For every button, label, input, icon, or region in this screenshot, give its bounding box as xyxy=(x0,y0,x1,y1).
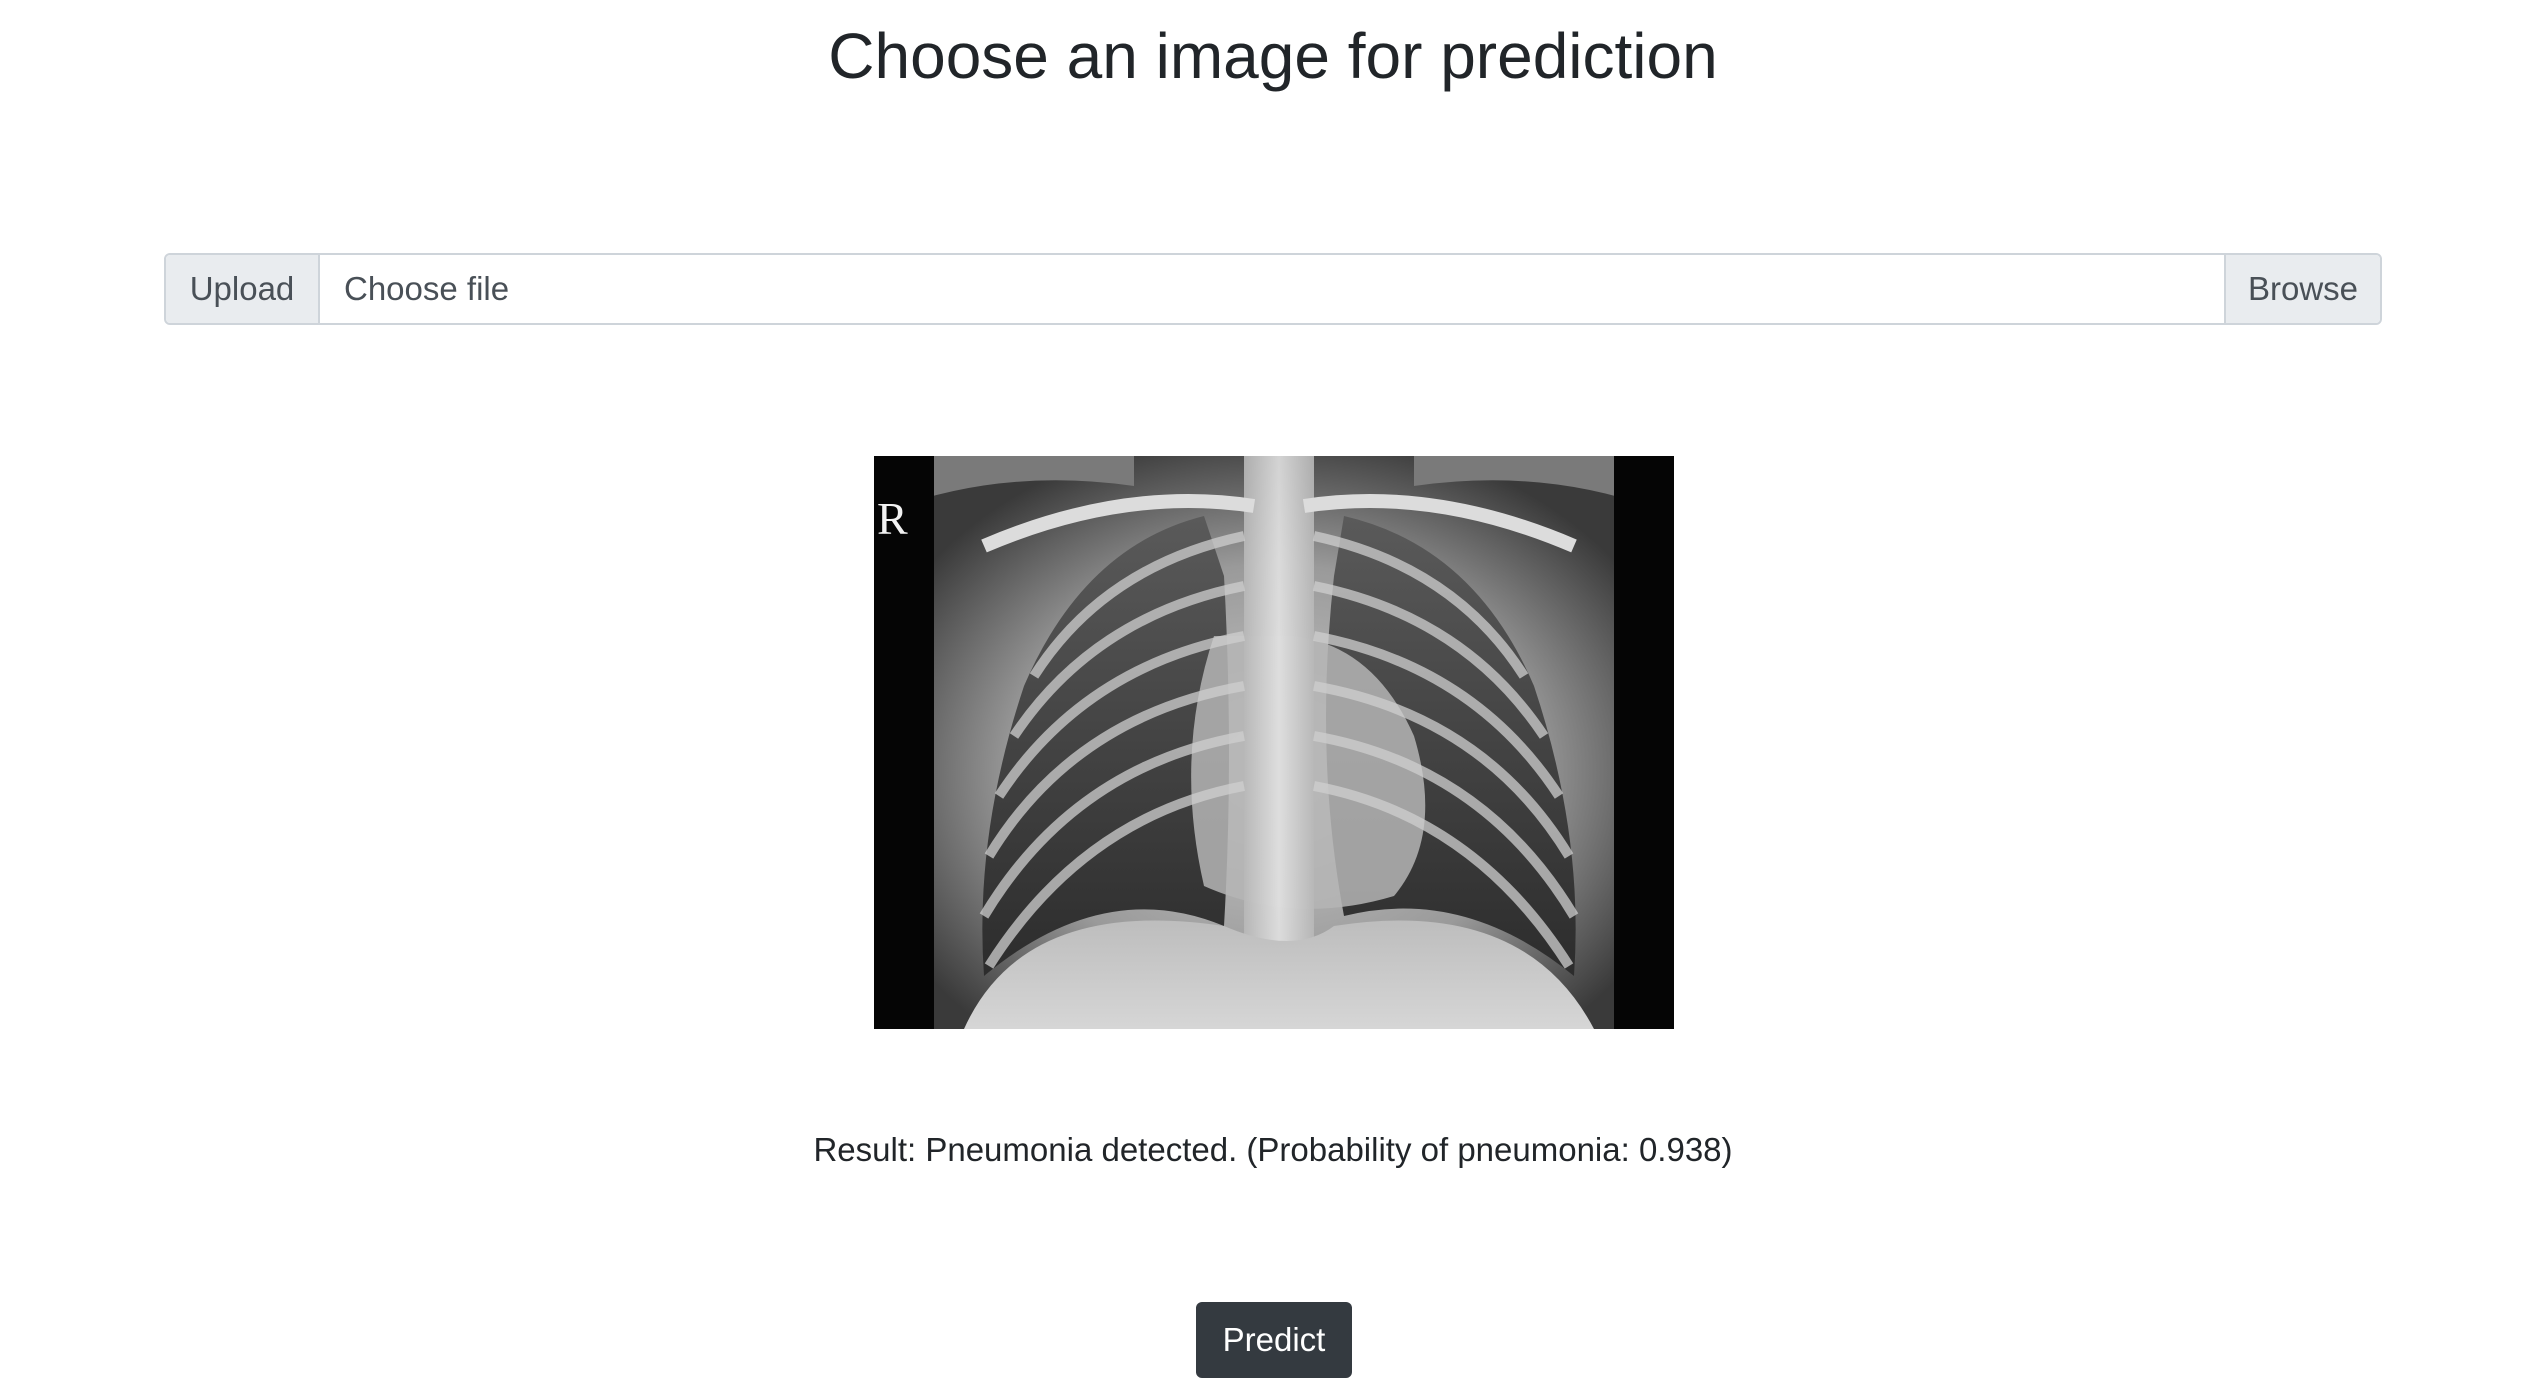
prediction-result: Result: Pneumonia detected. (Probability… xyxy=(813,1131,1733,1168)
file-input[interactable]: Choose file xyxy=(320,255,2224,323)
page-title: Choose an image for prediction xyxy=(828,20,1718,92)
browse-button[interactable]: Browse xyxy=(2224,255,2380,323)
chest-xray-image: R xyxy=(874,456,1674,1029)
xray-marker-label: R xyxy=(877,493,908,544)
predict-button[interactable]: Predict xyxy=(1196,1302,1352,1378)
page: Choose an image for prediction Upload Ch… xyxy=(0,0,2546,1382)
upload-label: Upload xyxy=(166,255,320,323)
file-upload-group: Upload Choose file Browse xyxy=(164,253,2382,325)
file-input-placeholder: Choose file xyxy=(344,270,510,307)
